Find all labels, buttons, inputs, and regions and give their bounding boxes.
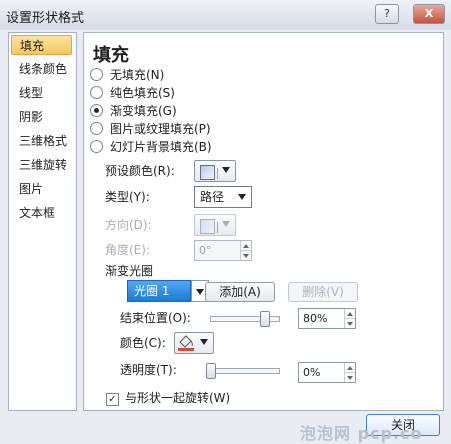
spin-down-icon[interactable] <box>240 250 251 260</box>
end-position-slider-thumb[interactable] <box>260 311 271 327</box>
preset-colors-label: 预设颜色(R): <box>105 164 175 178</box>
radio-label: 纯色填充(S) <box>110 86 175 100</box>
rotate-with-shape-label: 与形状一起旋转(W) <box>125 391 231 405</box>
direction-swatch-icon <box>200 219 215 234</box>
spin-down-icon[interactable] <box>344 318 355 328</box>
sidebar-item-shadow[interactable]: 阴影 <box>11 107 72 127</box>
close-window-button[interactable]: X <box>413 4 445 24</box>
sidebar-item-3d-format[interactable]: 三维格式 <box>11 131 72 151</box>
sidebar-item-line-style[interactable]: 线型 <box>11 83 72 103</box>
sidebar-item-picture[interactable]: 图片 <box>11 179 72 199</box>
gradient-stop-selector[interactable]: 光圈 1 <box>127 280 191 302</box>
angle-value: 0° <box>199 244 212 257</box>
radio-label: 渐变填充(G) <box>110 104 177 118</box>
spin-down-icon[interactable] <box>344 372 355 382</box>
color-label: 颜色(C): <box>120 336 166 350</box>
remove-stop-button[interactable]: 删除(V) <box>288 282 358 302</box>
sidebar-item-line-color[interactable]: 线条颜色 <box>11 59 72 79</box>
radio-slide-background-fill[interactable]: 幻灯片背景填充(B) <box>90 138 212 156</box>
transparency-spinner[interactable]: 0% <box>298 362 356 383</box>
angle-spinner[interactable]: 0° <box>194 240 252 261</box>
transparency-slider[interactable] <box>210 368 280 374</box>
help-button[interactable]: ? <box>375 4 399 24</box>
transparency-value: 0% <box>303 366 321 379</box>
paint-bucket-icon <box>178 335 194 351</box>
chevron-down-icon <box>200 339 208 345</box>
panel-heading: 填充 <box>93 45 129 66</box>
chevron-down-icon <box>196 289 204 295</box>
transparency-slider-thumb[interactable] <box>206 363 216 379</box>
spin-up-icon[interactable] <box>344 363 355 372</box>
preset-colors-dropdown[interactable] <box>194 160 236 182</box>
radio-label: 图片或纹理填充(P) <box>110 122 211 136</box>
chevron-down-icon <box>222 221 230 227</box>
direction-dropdown[interactable] <box>194 214 236 236</box>
radio-bullet-selected[interactable] <box>90 104 103 117</box>
radio-gradient-fill[interactable]: 渐变填充(G) <box>90 102 177 120</box>
gradient-stops-label: 渐变光圈 <box>105 264 154 278</box>
preset-swatch-icon <box>200 165 215 180</box>
category-sidebar: 填充 线条颜色 线型 阴影 三维格式 三维旋转 图片 文本框 <box>8 32 77 411</box>
end-position-spinner[interactable]: 80% <box>298 308 356 329</box>
type-dropdown[interactable]: 路径 <box>194 186 252 208</box>
transparency-label: 透明度(T): <box>120 363 177 377</box>
radio-picture-texture-fill[interactable]: 图片或纹理填充(P) <box>90 120 211 138</box>
radio-label: 无填充(N) <box>110 68 165 82</box>
type-label: 类型(Y): <box>105 190 150 204</box>
fill-panel: 填充 无填充(N) 纯色填充(S) 渐变填充(G) 图片或纹理填充(P) 幻灯片… <box>83 32 444 411</box>
radio-solid-fill[interactable]: 纯色填充(S) <box>90 84 175 102</box>
spin-up-icon[interactable] <box>240 241 251 250</box>
sidebar-item-3d-rotation[interactable]: 三维旋转 <box>11 155 72 175</box>
radio-bullet[interactable] <box>90 86 103 99</box>
watermark: 泡泡网 pcp.co <box>300 424 423 443</box>
rotate-with-shape-checkbox[interactable]: ✓ <box>106 393 119 406</box>
type-value: 路径 <box>200 190 225 204</box>
end-position-value: 80% <box>303 312 328 325</box>
radio-no-fill[interactable]: 无填充(N) <box>90 66 164 84</box>
chevron-down-icon <box>238 194 246 200</box>
color-picker-button[interactable] <box>174 332 214 354</box>
radio-bullet[interactable] <box>90 68 103 81</box>
chevron-down-icon <box>222 167 230 173</box>
title-bar: 设置形状格式 ? X <box>0 0 451 31</box>
angle-label: 角度(E): <box>105 243 150 257</box>
direction-label: 方向(D): <box>105 218 152 232</box>
window-title: 设置形状格式 <box>6 11 85 26</box>
sidebar-item-fill[interactable]: 填充 <box>11 35 72 55</box>
radio-bullet[interactable] <box>90 122 103 135</box>
sidebar-item-text-box[interactable]: 文本框 <box>11 203 72 223</box>
add-stop-button[interactable]: 添加(A) <box>205 282 275 302</box>
radio-bullet[interactable] <box>90 140 103 153</box>
radio-label: 幻灯片背景填充(B) <box>110 140 212 154</box>
end-position-label: 结束位置(O): <box>120 311 191 325</box>
spin-up-icon[interactable] <box>344 309 355 318</box>
